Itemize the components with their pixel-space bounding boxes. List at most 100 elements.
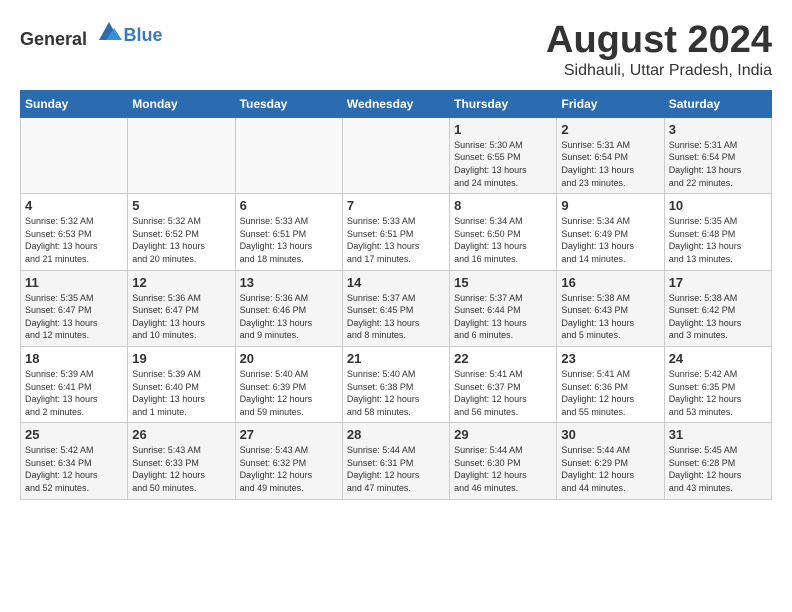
- day-info: Sunrise: 5:41 AM Sunset: 6:37 PM Dayligh…: [454, 368, 552, 418]
- day-info: Sunrise: 5:40 AM Sunset: 6:38 PM Dayligh…: [347, 368, 445, 418]
- calendar-cell: [21, 117, 128, 193]
- day-number: 26: [132, 427, 230, 442]
- calendar-header: SundayMondayTuesdayWednesdayThursdayFrid…: [21, 90, 772, 117]
- calendar-cell: 15Sunrise: 5:37 AM Sunset: 6:44 PM Dayli…: [450, 270, 557, 346]
- day-info: Sunrise: 5:31 AM Sunset: 6:54 PM Dayligh…: [561, 139, 659, 189]
- day-number: 1: [454, 122, 552, 137]
- day-info: Sunrise: 5:33 AM Sunset: 6:51 PM Dayligh…: [347, 215, 445, 265]
- day-number: 13: [240, 275, 338, 290]
- calendar-cell: 24 Sunrise: 5:42 AM Sunset: 6:35 PM Dayli…: [664, 346, 771, 422]
- calendar-cell: 11Sunrise: 5:35 AM Sunset: 6:47 PM Dayli…: [21, 270, 128, 346]
- day-number: 10: [669, 198, 767, 213]
- day-number: 5: [132, 198, 230, 213]
- day-info: Sunrise: 5:34 AM Sunset: 6:50 PM Dayligh…: [454, 215, 552, 265]
- day-number: 25: [25, 427, 123, 442]
- header-day-sunday: Sunday: [21, 90, 128, 117]
- calendar-cell: 25 Sunrise: 5:42 AM Sunset: 6:34 PM Dayli…: [21, 423, 128, 499]
- day-info: Sunrise: 5:42 AM Sunset: 6:35 PM Dayligh…: [669, 368, 767, 418]
- header-day-saturday: Saturday: [664, 90, 771, 117]
- calendar-cell: 7 Sunrise: 5:33 AM Sunset: 6:51 PM Daylig…: [342, 194, 449, 270]
- calendar-cell: 30 Sunrise: 5:44 AM Sunset: 6:29 PM Dayli…: [557, 423, 664, 499]
- day-info: Sunrise: 5:43 AM Sunset: 6:33 PM Dayligh…: [132, 444, 230, 494]
- day-info: Sunrise: 5:38 AM Sunset: 6:42 PM Dayligh…: [669, 292, 767, 342]
- day-number: 9: [561, 198, 659, 213]
- calendar-subtitle: Sidhauli, Uttar Pradesh, India: [546, 62, 772, 80]
- day-info: Sunrise: 5:41 AM Sunset: 6:36 PM Dayligh…: [561, 368, 659, 418]
- day-info: Sunrise: 5:32 AM Sunset: 6:53 PM Dayligh…: [25, 215, 123, 265]
- day-number: 11: [25, 275, 123, 290]
- day-info: Sunrise: 5:39 AM Sunset: 6:40 PM Dayligh…: [132, 368, 230, 418]
- day-info: Sunrise: 5:37 AM Sunset: 6:45 PM Dayligh…: [347, 292, 445, 342]
- day-number: 30: [561, 427, 659, 442]
- calendar-cell: 14 Sunrise: 5:37 AM Sunset: 6:45 PM Dayli…: [342, 270, 449, 346]
- day-info: Sunrise: 5:36 AM Sunset: 6:47 PM Dayligh…: [132, 292, 230, 342]
- calendar-cell: 16 Sunrise: 5:38 AM Sunset: 6:43 PM Dayli…: [557, 270, 664, 346]
- day-info: Sunrise: 5:36 AM Sunset: 6:46 PM Dayligh…: [240, 292, 338, 342]
- day-number: 4: [25, 198, 123, 213]
- calendar-cell: 17 Sunrise: 5:38 AM Sunset: 6:42 PM Dayli…: [664, 270, 771, 346]
- day-info: Sunrise: 5:44 AM Sunset: 6:29 PM Dayligh…: [561, 444, 659, 494]
- calendar-cell: 2Sunrise: 5:31 AM Sunset: 6:54 PM Daylig…: [557, 117, 664, 193]
- page-header: General Blue August 2024 Sidhauli, Uttar…: [20, 20, 772, 80]
- day-number: 12: [132, 275, 230, 290]
- calendar-table: SundayMondayTuesdayWednesdayThursdayFrid…: [20, 90, 772, 500]
- day-info: Sunrise: 5:38 AM Sunset: 6:43 PM Dayligh…: [561, 292, 659, 342]
- calendar-body: 1 Sunrise: 5:30 AM Sunset: 6:55 PM Daylig…: [21, 117, 772, 499]
- calendar-cell: 13 Sunrise: 5:36 AM Sunset: 6:46 PM Dayli…: [235, 270, 342, 346]
- day-number: 29: [454, 427, 552, 442]
- day-number: 14: [347, 275, 445, 290]
- calendar-cell: 3 Sunrise: 5:31 AM Sunset: 6:54 PM Daylig…: [664, 117, 771, 193]
- calendar-cell: 9 Sunrise: 5:34 AM Sunset: 6:49 PM Daylig…: [557, 194, 664, 270]
- calendar-cell: 28Sunrise: 5:44 AM Sunset: 6:31 PM Dayli…: [342, 423, 449, 499]
- calendar-cell: 5 Sunrise: 5:32 AM Sunset: 6:52 PM Daylig…: [128, 194, 235, 270]
- day-number: 17: [669, 275, 767, 290]
- calendar-cell: 31 Sunrise: 5:45 AM Sunset: 6:28 PM Dayli…: [664, 423, 771, 499]
- day-info: Sunrise: 5:34 AM Sunset: 6:49 PM Dayligh…: [561, 215, 659, 265]
- day-info: Sunrise: 5:35 AM Sunset: 6:48 PM Dayligh…: [669, 215, 767, 265]
- week-row-3: 11Sunrise: 5:35 AM Sunset: 6:47 PM Dayli…: [21, 270, 772, 346]
- calendar-cell: 12 Sunrise: 5:36 AM Sunset: 6:47 PM Dayli…: [128, 270, 235, 346]
- header-day-monday: Monday: [128, 90, 235, 117]
- day-number: 6: [240, 198, 338, 213]
- day-info: Sunrise: 5:43 AM Sunset: 6:32 PM Dayligh…: [240, 444, 338, 494]
- logo-blue-text: Blue: [124, 25, 163, 46]
- calendar-cell: 23Sunrise: 5:41 AM Sunset: 6:36 PM Dayli…: [557, 346, 664, 422]
- calendar-cell: 4 Sunrise: 5:32 AM Sunset: 6:53 PM Daylig…: [21, 194, 128, 270]
- header-day-wednesday: Wednesday: [342, 90, 449, 117]
- day-info: Sunrise: 5:33 AM Sunset: 6:51 PM Dayligh…: [240, 215, 338, 265]
- day-info: Sunrise: 5:42 AM Sunset: 6:34 PM Dayligh…: [25, 444, 123, 494]
- day-number: 18: [25, 351, 123, 366]
- calendar-cell: 22 Sunrise: 5:41 AM Sunset: 6:37 PM Dayli…: [450, 346, 557, 422]
- calendar-cell: 29 Sunrise: 5:44 AM Sunset: 6:30 PM Dayli…: [450, 423, 557, 499]
- logo-text: General: [20, 20, 124, 50]
- calendar-cell: 26 Sunrise: 5:43 AM Sunset: 6:33 PM Dayli…: [128, 423, 235, 499]
- calendar-cell: 8Sunrise: 5:34 AM Sunset: 6:50 PM Daylig…: [450, 194, 557, 270]
- header-day-thursday: Thursday: [450, 90, 557, 117]
- day-number: 21: [347, 351, 445, 366]
- day-info: Sunrise: 5:30 AM Sunset: 6:55 PM Dayligh…: [454, 139, 552, 189]
- week-row-4: 18 Sunrise: 5:39 AM Sunset: 6:41 PM Dayli…: [21, 346, 772, 422]
- day-number: 22: [454, 351, 552, 366]
- day-info: Sunrise: 5:37 AM Sunset: 6:44 PM Dayligh…: [454, 292, 552, 342]
- title-section: August 2024 Sidhauli, Uttar Pradesh, Ind…: [546, 20, 772, 80]
- day-number: 7: [347, 198, 445, 213]
- week-row-1: 1 Sunrise: 5:30 AM Sunset: 6:55 PM Daylig…: [21, 117, 772, 193]
- day-info: Sunrise: 5:39 AM Sunset: 6:41 PM Dayligh…: [25, 368, 123, 418]
- day-number: 16: [561, 275, 659, 290]
- logo-general: General: [20, 29, 87, 49]
- day-number: 3: [669, 122, 767, 137]
- day-info: Sunrise: 5:31 AM Sunset: 6:54 PM Dayligh…: [669, 139, 767, 189]
- logo: General Blue: [20, 20, 163, 50]
- day-number: 24: [669, 351, 767, 366]
- calendar-cell: 19 Sunrise: 5:39 AM Sunset: 6:40 PM Dayli…: [128, 346, 235, 422]
- day-info: Sunrise: 5:32 AM Sunset: 6:52 PM Dayligh…: [132, 215, 230, 265]
- calendar-title: August 2024: [546, 20, 772, 62]
- calendar-cell: 18 Sunrise: 5:39 AM Sunset: 6:41 PM Dayli…: [21, 346, 128, 422]
- day-info: Sunrise: 5:45 AM Sunset: 6:28 PM Dayligh…: [669, 444, 767, 494]
- day-number: 19: [132, 351, 230, 366]
- week-row-5: 25 Sunrise: 5:42 AM Sunset: 6:34 PM Dayli…: [21, 423, 772, 499]
- day-number: 20: [240, 351, 338, 366]
- day-number: 31: [669, 427, 767, 442]
- day-info: Sunrise: 5:44 AM Sunset: 6:30 PM Dayligh…: [454, 444, 552, 494]
- calendar-cell: 21 Sunrise: 5:40 AM Sunset: 6:38 PM Dayli…: [342, 346, 449, 422]
